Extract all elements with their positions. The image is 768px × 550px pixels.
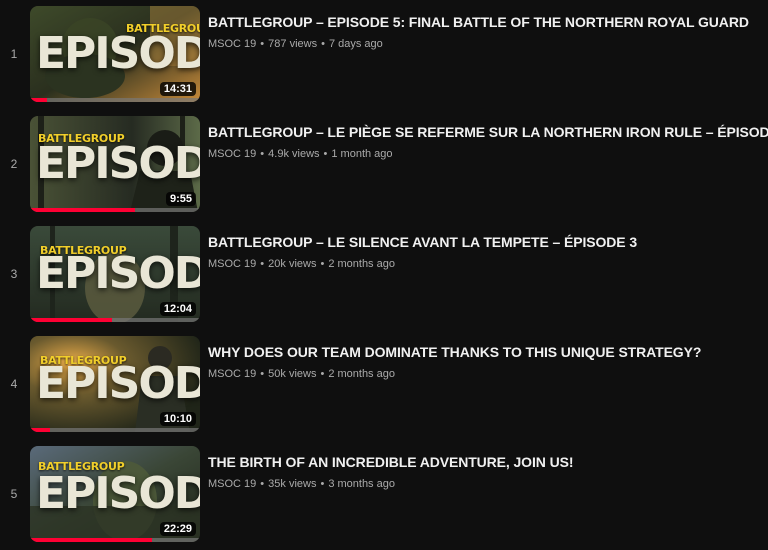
video-meta: MSOC 19 • 50k views • 2 months ago xyxy=(208,368,395,380)
view-count: 20k views xyxy=(268,258,317,270)
channel-name[interactable]: MSOC 19 xyxy=(208,38,256,50)
duration-badge: 9:55 xyxy=(165,192,196,206)
separator-dot: • xyxy=(260,148,265,160)
video-thumbnail[interactable]: BATTLEGROUP EPISODE I 22:29 xyxy=(30,446,200,542)
watch-progress-bar xyxy=(30,538,200,542)
item-index: 1 xyxy=(10,47,18,61)
upload-age: 2 months ago xyxy=(328,258,395,270)
playlist-item[interactable]: 5 BATTLEGROUP EPISODE I 22:29 xyxy=(0,446,768,542)
video-meta: MSOC 19 • 787 views • 7 days ago xyxy=(208,38,383,50)
view-count: 50k views xyxy=(268,368,317,380)
watch-progress-bar xyxy=(30,208,200,212)
video-thumbnail[interactable]: BATTLEGROUP EPISODE IV 9:55 xyxy=(30,116,200,212)
upload-age: 3 months ago xyxy=(328,478,395,490)
video-thumbnail[interactable]: BATTLEGROUP EPISODE II 10:10 xyxy=(30,336,200,432)
item-index: 4 xyxy=(10,377,18,391)
duration-badge: 22:29 xyxy=(159,522,196,536)
thumbnail-episode-text: EPISODE V xyxy=(36,28,200,79)
thumbnail-episode-text: EPISODE III xyxy=(36,248,200,299)
view-count: 35k views xyxy=(268,478,317,490)
thumbnail-episode-text: EPISODE II xyxy=(36,358,200,409)
video-meta: MSOC 19 • 35k views • 3 months ago xyxy=(208,478,395,490)
watch-progress-bar xyxy=(30,98,200,102)
channel-name[interactable]: MSOC 19 xyxy=(208,148,256,160)
watch-progress-fill xyxy=(30,208,136,212)
duration-badge: 12:04 xyxy=(159,302,196,316)
separator-dot: • xyxy=(260,38,265,50)
upload-age: 7 days ago xyxy=(328,38,383,50)
separator-dot: • xyxy=(323,148,328,160)
upload-age: 1 month ago xyxy=(331,148,393,160)
video-title[interactable]: BATTLEGROUP – EPISODE 5: FINAL BATTLE OF… xyxy=(208,14,764,30)
view-count: 4.9k views xyxy=(268,148,320,160)
upload-age: 2 months ago xyxy=(328,368,395,380)
video-title[interactable]: BATTLEGROUP – LE PIÈGE SE REFERME SUR LA… xyxy=(208,124,768,140)
thumbnail-episode-text: EPISODE IV xyxy=(36,138,200,189)
separator-dot: • xyxy=(321,38,325,50)
channel-name[interactable]: MSOC 19 xyxy=(208,368,256,380)
playlist-item[interactable]: 2 BATTLEGROUP EPISODE IV 9:55 xyxy=(0,116,768,212)
watch-progress-bar xyxy=(30,318,200,322)
video-meta: MSOC 19 • 4.9k views • 1 month ago xyxy=(208,148,393,160)
channel-name[interactable]: MSOC 19 xyxy=(208,258,256,270)
separator-dot: • xyxy=(320,478,325,490)
video-title[interactable]: THE BIRTH OF AN INCREDIBLE ADVENTURE, JO… xyxy=(208,454,764,470)
playlist-item[interactable]: 3 BATTLEGROUP EPISODE III 12:04 xyxy=(0,226,768,322)
playlist-item[interactable]: 4 BATTLEGROUP EPISODE II 10:10 xyxy=(0,336,768,432)
video-title[interactable]: BATTLEGROUP – LE SILENCE AVANT LA TEMPET… xyxy=(208,234,764,250)
playlist-item[interactable]: 1 BATTLEGROUP EPISODE V 14:31 xyxy=(0,6,768,102)
video-meta: MSOC 19 • 20k views • 2 months ago xyxy=(208,258,395,270)
item-index: 3 xyxy=(10,267,18,281)
view-count: 787 views xyxy=(268,38,318,50)
duration-badge: 14:31 xyxy=(159,82,196,96)
video-title[interactable]: WHY DOES OUR TEAM DOMINATE THANKS TO THI… xyxy=(208,344,764,360)
separator-dot: • xyxy=(320,258,325,270)
duration-badge: 10:10 xyxy=(159,412,196,426)
watch-progress-fill xyxy=(30,318,112,322)
watch-progress-bar xyxy=(30,428,200,432)
watch-progress-fill xyxy=(30,98,47,102)
playlist-video-list: 1 BATTLEGROUP EPISODE V 14:31 xyxy=(0,0,768,550)
separator-dot: • xyxy=(260,478,265,490)
item-index: 2 xyxy=(10,157,18,171)
separator-dot: • xyxy=(260,258,265,270)
channel-name[interactable]: MSOC 19 xyxy=(208,478,256,490)
item-index: 5 xyxy=(10,487,18,501)
video-thumbnail[interactable]: BATTLEGROUP EPISODE V 14:31 xyxy=(30,6,200,102)
watch-progress-fill xyxy=(30,538,153,542)
separator-dot: • xyxy=(320,368,325,380)
thumbnail-episode-text: EPISODE I xyxy=(36,468,200,519)
watch-progress-fill xyxy=(30,428,51,432)
separator-dot: • xyxy=(260,368,265,380)
video-thumbnail[interactable]: BATTLEGROUP EPISODE III 12:04 xyxy=(30,226,200,322)
